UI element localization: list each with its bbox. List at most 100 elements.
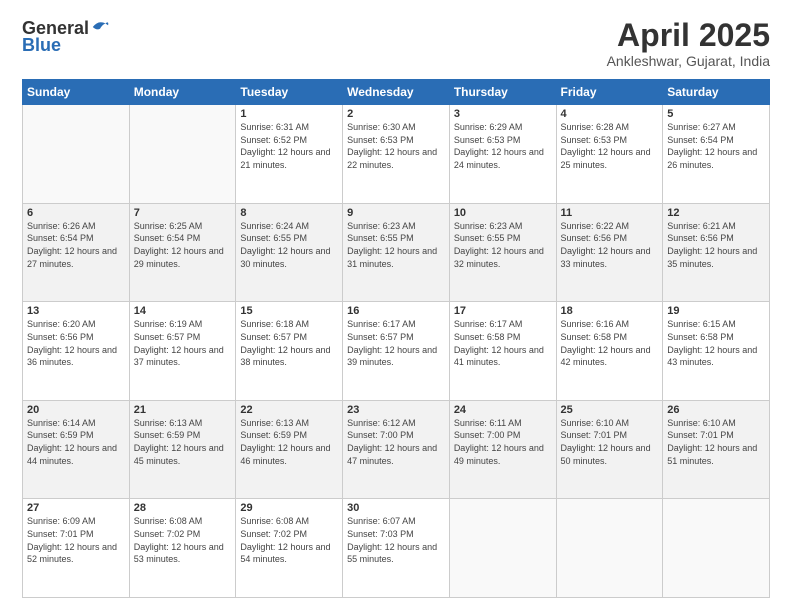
day-number: 13 [27, 305, 125, 317]
day-number: 9 [347, 207, 445, 219]
day-number: 5 [667, 108, 765, 120]
day-number: 18 [561, 305, 659, 317]
day-number: 20 [27, 404, 125, 416]
calendar-cell [663, 499, 770, 598]
calendar-cell [449, 499, 556, 598]
calendar-header-saturday: Saturday [663, 80, 770, 105]
day-info: Sunrise: 6:19 AMSunset: 6:57 PMDaylight:… [134, 318, 232, 368]
calendar-cell [23, 105, 130, 204]
day-info: Sunrise: 6:08 AMSunset: 7:02 PMDaylight:… [240, 515, 338, 565]
calendar-cell: 21Sunrise: 6:13 AMSunset: 6:59 PMDayligh… [129, 400, 236, 499]
calendar-cell: 17Sunrise: 6:17 AMSunset: 6:58 PMDayligh… [449, 302, 556, 401]
page: General Blue April 2025 Ankleshwar, Guja… [0, 0, 792, 612]
logo-bird-icon [91, 18, 109, 36]
calendar-cell: 23Sunrise: 6:12 AMSunset: 7:00 PMDayligh… [343, 400, 450, 499]
day-info: Sunrise: 6:24 AMSunset: 6:55 PMDaylight:… [240, 220, 338, 270]
calendar-cell: 3Sunrise: 6:29 AMSunset: 6:53 PMDaylight… [449, 105, 556, 204]
header: General Blue April 2025 Ankleshwar, Guja… [22, 18, 770, 69]
calendar-cell: 22Sunrise: 6:13 AMSunset: 6:59 PMDayligh… [236, 400, 343, 499]
day-number: 12 [667, 207, 765, 219]
calendar-header-monday: Monday [129, 80, 236, 105]
day-info: Sunrise: 6:14 AMSunset: 6:59 PMDaylight:… [27, 417, 125, 467]
calendar-cell: 6Sunrise: 6:26 AMSunset: 6:54 PMDaylight… [23, 203, 130, 302]
day-info: Sunrise: 6:13 AMSunset: 6:59 PMDaylight:… [134, 417, 232, 467]
day-info: Sunrise: 6:12 AMSunset: 7:00 PMDaylight:… [347, 417, 445, 467]
day-info: Sunrise: 6:23 AMSunset: 6:55 PMDaylight:… [454, 220, 552, 270]
day-number: 19 [667, 305, 765, 317]
calendar-cell: 18Sunrise: 6:16 AMSunset: 6:58 PMDayligh… [556, 302, 663, 401]
calendar-week-row: 20Sunrise: 6:14 AMSunset: 6:59 PMDayligh… [23, 400, 770, 499]
calendar-header-wednesday: Wednesday [343, 80, 450, 105]
day-number: 29 [240, 502, 338, 514]
day-info: Sunrise: 6:23 AMSunset: 6:55 PMDaylight:… [347, 220, 445, 270]
day-number: 25 [561, 404, 659, 416]
day-number: 7 [134, 207, 232, 219]
calendar-header-friday: Friday [556, 80, 663, 105]
calendar-cell: 10Sunrise: 6:23 AMSunset: 6:55 PMDayligh… [449, 203, 556, 302]
calendar-cell: 25Sunrise: 6:10 AMSunset: 7:01 PMDayligh… [556, 400, 663, 499]
calendar-cell: 9Sunrise: 6:23 AMSunset: 6:55 PMDaylight… [343, 203, 450, 302]
day-number: 15 [240, 305, 338, 317]
day-info: Sunrise: 6:16 AMSunset: 6:58 PMDaylight:… [561, 318, 659, 368]
day-number: 11 [561, 207, 659, 219]
calendar-cell: 2Sunrise: 6:30 AMSunset: 6:53 PMDaylight… [343, 105, 450, 204]
location: Ankleshwar, Gujarat, India [607, 53, 770, 69]
day-info: Sunrise: 6:17 AMSunset: 6:58 PMDaylight:… [454, 318, 552, 368]
day-number: 17 [454, 305, 552, 317]
calendar-cell [129, 105, 236, 204]
day-info: Sunrise: 6:09 AMSunset: 7:01 PMDaylight:… [27, 515, 125, 565]
day-number: 14 [134, 305, 232, 317]
calendar-cell: 27Sunrise: 6:09 AMSunset: 7:01 PMDayligh… [23, 499, 130, 598]
day-number: 24 [454, 404, 552, 416]
calendar-week-row: 6Sunrise: 6:26 AMSunset: 6:54 PMDaylight… [23, 203, 770, 302]
day-number: 8 [240, 207, 338, 219]
calendar-header-thursday: Thursday [449, 80, 556, 105]
calendar-cell: 4Sunrise: 6:28 AMSunset: 6:53 PMDaylight… [556, 105, 663, 204]
calendar-cell: 19Sunrise: 6:15 AMSunset: 6:58 PMDayligh… [663, 302, 770, 401]
day-info: Sunrise: 6:18 AMSunset: 6:57 PMDaylight:… [240, 318, 338, 368]
calendar-week-row: 27Sunrise: 6:09 AMSunset: 7:01 PMDayligh… [23, 499, 770, 598]
calendar-cell: 28Sunrise: 6:08 AMSunset: 7:02 PMDayligh… [129, 499, 236, 598]
calendar-cell: 30Sunrise: 6:07 AMSunset: 7:03 PMDayligh… [343, 499, 450, 598]
day-number: 10 [454, 207, 552, 219]
calendar-cell: 1Sunrise: 6:31 AMSunset: 6:52 PMDaylight… [236, 105, 343, 204]
header-right: April 2025 Ankleshwar, Gujarat, India [607, 18, 770, 69]
month-title: April 2025 [607, 18, 770, 53]
calendar-cell: 7Sunrise: 6:25 AMSunset: 6:54 PMDaylight… [129, 203, 236, 302]
calendar-header-row: SundayMondayTuesdayWednesdayThursdayFrid… [23, 80, 770, 105]
day-number: 2 [347, 108, 445, 120]
calendar-cell: 11Sunrise: 6:22 AMSunset: 6:56 PMDayligh… [556, 203, 663, 302]
calendar-cell: 29Sunrise: 6:08 AMSunset: 7:02 PMDayligh… [236, 499, 343, 598]
day-number: 6 [27, 207, 125, 219]
day-number: 16 [347, 305, 445, 317]
day-number: 1 [240, 108, 338, 120]
day-info: Sunrise: 6:07 AMSunset: 7:03 PMDaylight:… [347, 515, 445, 565]
day-number: 3 [454, 108, 552, 120]
logo: General Blue [22, 18, 109, 56]
calendar-cell: 14Sunrise: 6:19 AMSunset: 6:57 PMDayligh… [129, 302, 236, 401]
calendar-cell: 13Sunrise: 6:20 AMSunset: 6:56 PMDayligh… [23, 302, 130, 401]
day-info: Sunrise: 6:28 AMSunset: 6:53 PMDaylight:… [561, 121, 659, 171]
logo-blue-text: Blue [22, 35, 61, 56]
day-info: Sunrise: 6:30 AMSunset: 6:53 PMDaylight:… [347, 121, 445, 171]
day-info: Sunrise: 6:10 AMSunset: 7:01 PMDaylight:… [667, 417, 765, 467]
day-number: 28 [134, 502, 232, 514]
day-info: Sunrise: 6:27 AMSunset: 6:54 PMDaylight:… [667, 121, 765, 171]
day-info: Sunrise: 6:31 AMSunset: 6:52 PMDaylight:… [240, 121, 338, 171]
calendar-cell: 5Sunrise: 6:27 AMSunset: 6:54 PMDaylight… [663, 105, 770, 204]
day-info: Sunrise: 6:20 AMSunset: 6:56 PMDaylight:… [27, 318, 125, 368]
day-info: Sunrise: 6:13 AMSunset: 6:59 PMDaylight:… [240, 417, 338, 467]
calendar-cell: 26Sunrise: 6:10 AMSunset: 7:01 PMDayligh… [663, 400, 770, 499]
calendar-header-sunday: Sunday [23, 80, 130, 105]
day-info: Sunrise: 6:11 AMSunset: 7:00 PMDaylight:… [454, 417, 552, 467]
calendar-week-row: 1Sunrise: 6:31 AMSunset: 6:52 PMDaylight… [23, 105, 770, 204]
day-number: 27 [27, 502, 125, 514]
day-number: 23 [347, 404, 445, 416]
day-info: Sunrise: 6:22 AMSunset: 6:56 PMDaylight:… [561, 220, 659, 270]
calendar-cell: 24Sunrise: 6:11 AMSunset: 7:00 PMDayligh… [449, 400, 556, 499]
day-number: 26 [667, 404, 765, 416]
calendar-cell: 8Sunrise: 6:24 AMSunset: 6:55 PMDaylight… [236, 203, 343, 302]
calendar-cell: 20Sunrise: 6:14 AMSunset: 6:59 PMDayligh… [23, 400, 130, 499]
day-info: Sunrise: 6:15 AMSunset: 6:58 PMDaylight:… [667, 318, 765, 368]
calendar-cell: 12Sunrise: 6:21 AMSunset: 6:56 PMDayligh… [663, 203, 770, 302]
